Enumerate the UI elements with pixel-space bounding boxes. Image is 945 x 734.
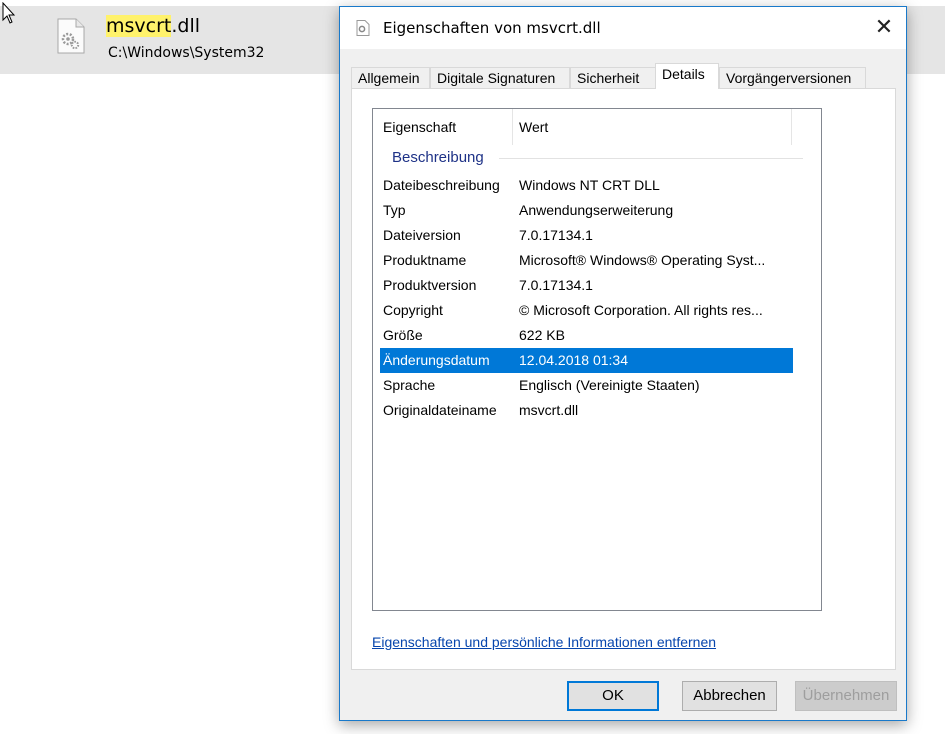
details-tab-panel: Eigenschaft Wert Beschreibung Dateibesch… [351,88,896,670]
search-result-path: C:\Windows\System32 [108,45,265,61]
list-row[interactable]: Produktversion 7.0.17134.1 [380,273,793,298]
search-result-filename[interactable]: msvcrt.dll [106,15,200,37]
tab-allgemein[interactable]: Allgemein [351,67,430,88]
group-header-beschreibung: Beschreibung [373,147,821,169]
dialog-titlebar[interactable]: Eigenschaften von msvcrt.dll ✕ [340,7,906,49]
property-value: Anwendungserweiterung [519,202,674,218]
column-divider[interactable] [791,109,792,145]
property-name: Originaldateiname [383,402,497,418]
list-row[interactable]: Originaldateiname msvcrt.dll [380,398,793,423]
ok-button[interactable]: OK [567,681,659,711]
list-row-selected[interactable]: Änderungsdatum 12.04.2018 01:34 [380,348,793,373]
property-value: 7.0.17134.1 [519,277,593,293]
property-value: © Microsoft Corporation. All rights res.… [519,302,763,318]
close-button[interactable]: ✕ [866,11,902,45]
filename-extension: .dll [171,15,201,37]
search-match-highlight: msvcrt [106,15,172,37]
dialog-title: Eigenschaften von msvcrt.dll [383,19,601,37]
property-name: Größe [383,327,423,343]
cancel-button[interactable]: Abbrechen [682,681,777,711]
tab-digitale-signaturen[interactable]: Digitale Signaturen [430,67,570,88]
list-row[interactable]: Typ Anwendungserweiterung [380,198,793,223]
tab-vorgaengerversionen[interactable]: Vorgängerversionen [719,67,866,88]
details-list[interactable]: Eigenschaft Wert Beschreibung Dateibesch… [372,108,822,611]
dll-file-icon [57,18,85,54]
column-header-value[interactable]: Wert [519,119,548,135]
property-name: Produktversion [383,277,477,293]
apply-button[interactable]: Übernehmen [795,681,897,711]
property-value: 12.04.2018 01:34 [519,352,628,368]
property-value: 622 KB [519,327,565,343]
property-value: Windows NT CRT DLL [519,177,660,193]
property-name: Copyright [383,302,443,318]
property-value: msvcrt.dll [519,402,579,418]
column-header-property[interactable]: Eigenschaft [383,119,456,135]
tab-details[interactable]: Details [655,63,719,89]
property-value: Englisch (Vereinigte Staaten) [519,377,700,393]
property-name: Dateiversion [383,227,461,243]
property-name: Typ [383,202,406,218]
list-row[interactable]: Dateiversion 7.0.17134.1 [380,223,793,248]
list-header: Eigenschaft Wert [373,109,821,145]
list-row[interactable]: Größe 622 KB [380,323,793,348]
list-row[interactable]: Dateibeschreibung Windows NT CRT DLL [380,173,793,198]
tab-sicherheit[interactable]: Sicherheit [570,67,656,88]
properties-dialog: Eigenschaften von msvcrt.dll ✕ Allgemein… [339,6,907,721]
dll-file-small-icon [356,20,370,36]
list-row[interactable]: Copyright © Microsoft Corporation. All r… [380,298,793,323]
property-name: Dateibeschreibung [383,177,500,193]
list-row[interactable]: Sprache Englisch (Vereinigte Staaten) [380,373,793,398]
column-divider[interactable] [512,109,513,145]
property-value: Microsoft® Windows® Operating Syst... [519,252,766,268]
list-row[interactable]: Produktname Microsoft® Windows® Operatin… [380,248,793,273]
property-name: Sprache [383,377,436,393]
group-divider [499,158,803,159]
remove-properties-link[interactable]: Eigenschaften und persönliche Informatio… [372,634,716,650]
group-label: Beschreibung [392,149,484,166]
property-value: 7.0.17134.1 [519,227,593,243]
property-name: Änderungsdatum [383,352,490,368]
property-name: Produktname [383,252,467,268]
mouse-cursor-icon [2,2,16,24]
